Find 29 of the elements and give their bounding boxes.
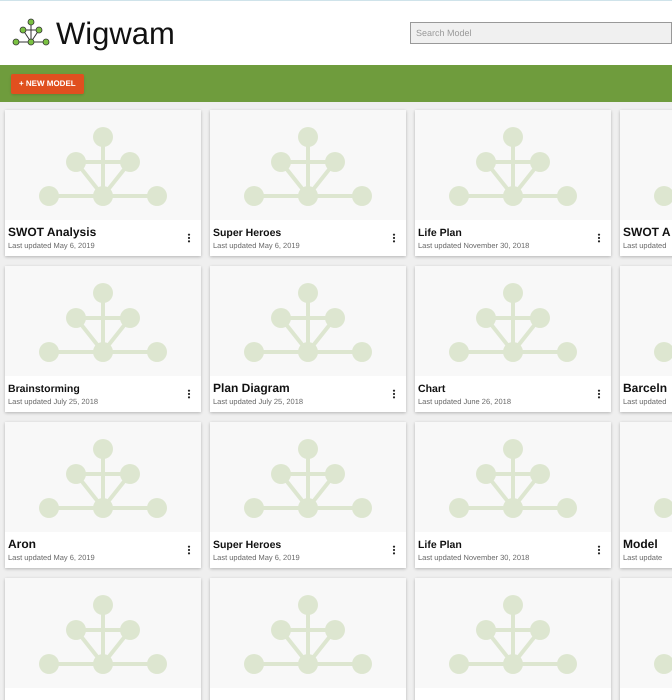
more-options-icon[interactable] — [392, 233, 396, 243]
model-title: Plan Diagram — [213, 381, 291, 396]
model-placeholder-drawing — [654, 342, 672, 362]
model-title: Super Heroes — [213, 538, 282, 552]
search-field[interactable]: Search Model — [410, 22, 672, 44]
model-title: Life Plan — [418, 226, 463, 240]
more-options-icon[interactable] — [597, 545, 601, 555]
model-placeholder-drawing — [654, 186, 672, 206]
more-options-icon[interactable] — [392, 545, 396, 555]
new-model-button[interactable]: + NEW MODEL — [11, 74, 84, 94]
more-options-icon[interactable] — [597, 389, 601, 399]
more-options-icon[interactable] — [187, 233, 191, 243]
model-title: Model — [623, 537, 659, 552]
more-options-icon[interactable] — [597, 233, 601, 243]
model-title: Life Plan — [418, 538, 463, 552]
more-options-icon[interactable] — [187, 545, 191, 555]
model-title: Super Heroes — [213, 226, 282, 240]
model-placeholder-drawing — [654, 654, 672, 674]
more-options-icon[interactable] — [187, 389, 191, 399]
model-title: Chart — [418, 382, 446, 396]
model-title: SWOT Analysis — [8, 225, 96, 240]
app-title: Wigwam — [56, 18, 175, 48]
model-title: Brainstorming — [8, 382, 81, 396]
model-title: Aron — [8, 537, 37, 552]
more-options-icon[interactable] — [392, 389, 396, 399]
logo-icon — [12, 18, 50, 48]
model-title: Barceln — [623, 381, 668, 396]
model-title: SWOT A — [623, 225, 671, 240]
model-placeholder-drawing — [654, 498, 672, 518]
